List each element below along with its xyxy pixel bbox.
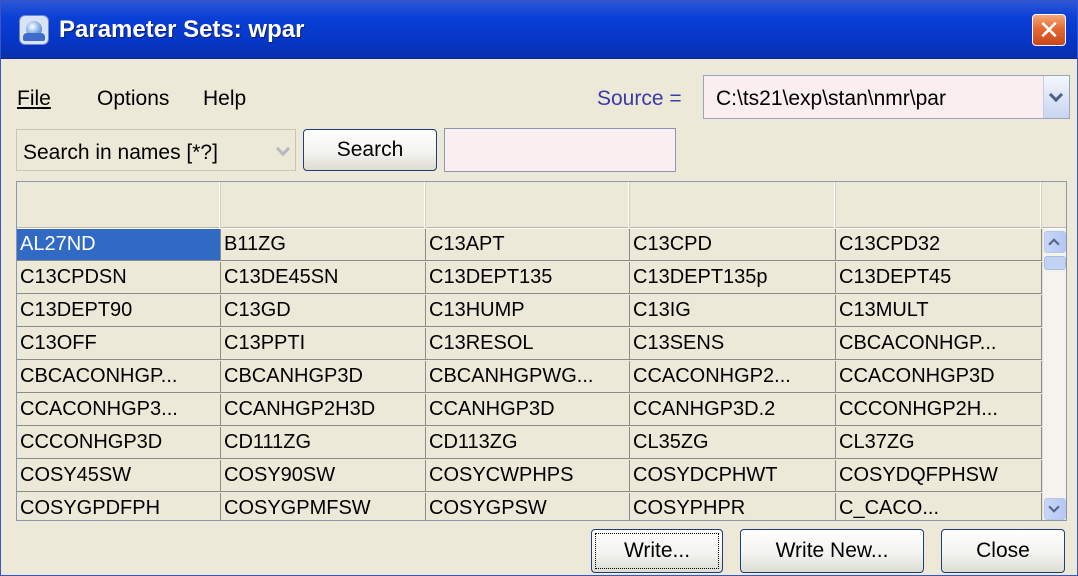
table-cell[interactable]: CCCONHGP3D <box>17 427 221 459</box>
table-cell[interactable]: CCANHGP3D <box>426 394 630 426</box>
column-header[interactable] <box>836 182 1042 228</box>
source-label: Source = <box>597 87 682 110</box>
table-row[interactable]: CCCONHGP3D CD111ZG CD113ZG CL35ZG CL37ZG <box>17 427 1042 459</box>
table-row[interactable]: C13OFF C13PPTI C13RESOL C13SENS CBCACONHGP..… <box>17 328 1042 360</box>
search-mode-value: Search in names [*?] <box>23 141 218 164</box>
scroll-up-icon[interactable] <box>1044 231 1066 253</box>
table-cell[interactable]: CCACONHGP2... <box>630 361 836 393</box>
table-cell[interactable]: CL35ZG <box>630 427 836 459</box>
menu-file[interactable]: File <box>17 87 51 111</box>
table-cell[interactable]: B11ZG <box>221 229 426 261</box>
table-cell[interactable]: C_CACO... <box>836 493 1042 520</box>
column-header[interactable] <box>426 182 630 228</box>
table-cell[interactable]: COSYGPMFSW <box>221 493 426 520</box>
table-cell[interactable]: CD111ZG <box>221 427 426 459</box>
table-cell[interactable]: C13MULT <box>836 295 1042 327</box>
table-cell[interactable]: C13HUMP <box>426 295 630 327</box>
table-cell[interactable]: CCACONHGP3D <box>836 361 1042 393</box>
table-cell[interactable]: COSYDQFPHSW <box>836 460 1042 492</box>
table-cell[interactable]: C13DEPT135 <box>426 262 630 294</box>
parameter-sets-window: Parameter Sets: wpar ✕ File Options Help… <box>0 0 1078 576</box>
table-cell[interactable]: C13DEPT90 <box>17 295 221 327</box>
app-icon <box>19 15 49 45</box>
menu-help[interactable]: Help <box>203 87 246 111</box>
table-cell[interactable]: C13DEPT135p <box>630 262 836 294</box>
table-cell[interactable]: CCANHGP2H3D <box>221 394 426 426</box>
scroll-thumb[interactable] <box>1044 256 1066 270</box>
table-cell[interactable]: COSYDCPHWT <box>630 460 836 492</box>
table-cell[interactable]: C13CPD32 <box>836 229 1042 261</box>
table-cell[interactable]: C13CPDSN <box>17 262 221 294</box>
table-cell[interactable]: CBCACONHGP... <box>836 328 1042 360</box>
table-cell[interactable]: CCCONHGP2H... <box>836 394 1042 426</box>
menu-options[interactable]: Options <box>97 87 169 111</box>
table-header <box>17 182 1066 228</box>
table-row[interactable]: COSYGPDFPH COSYGPMFSW COSYGPSW COSYPHPR C_CA… <box>17 493 1042 520</box>
column-header[interactable] <box>221 182 426 228</box>
table-cell[interactable]: CL37ZG <box>836 427 1042 459</box>
table-cell[interactable]: C13DEPT45 <box>836 262 1042 294</box>
table-cell[interactable]: C13GD <box>221 295 426 327</box>
search-button[interactable]: Search <box>303 129 437 171</box>
table-cell[interactable]: COSYPHPR <box>630 493 836 520</box>
close-button[interactable]: Close <box>941 529 1065 573</box>
source-dropdown[interactable]: C:\ts21\exp\stan\nmr\par <box>703 75 1070 119</box>
table-cell[interactable]: C13SENS <box>630 328 836 360</box>
search-mode-dropdown[interactable]: Search in names [*?] <box>16 129 296 171</box>
table-cell[interactable]: C13IG <box>630 295 836 327</box>
table-cell[interactable]: COSYGPDFPH <box>17 493 221 520</box>
vertical-scrollbar[interactable] <box>1042 229 1066 520</box>
table-cell[interactable]: CBCANHGPWG... <box>426 361 630 393</box>
window-title: Parameter Sets: wpar <box>59 16 305 43</box>
close-window-icon[interactable]: ✕ <box>1032 14 1066 46</box>
search-input[interactable] <box>444 128 676 172</box>
table-row[interactable]: CCACONHGP3... CCANHGP2H3D CCANHGP3D CCANHGP… <box>17 394 1042 426</box>
table-cell[interactable]: C13APT <box>426 229 630 261</box>
column-header[interactable] <box>630 182 836 228</box>
write-button[interactable]: Write... <box>591 529 723 573</box>
title-bar[interactable]: Parameter Sets: wpar ✕ <box>1 1 1077 59</box>
chevron-down-icon[interactable] <box>271 130 295 170</box>
table-cell[interactable]: C13DE45SN <box>221 262 426 294</box>
table-cell[interactable]: C13PPTI <box>221 328 426 360</box>
table-cell[interactable]: AL27ND <box>17 229 221 261</box>
table-row[interactable]: COSY45SW COSY90SW COSYCWPHPS COSYDCPHWT COSY… <box>17 460 1042 492</box>
table-row[interactable]: C13CPDSN C13DE45SN C13DEPT135 C13DEPT135p C1… <box>17 262 1042 294</box>
chevron-down-icon[interactable] <box>1043 76 1069 118</box>
table-cell[interactable]: COSY45SW <box>17 460 221 492</box>
table-cell[interactable]: CCANHGP3D.2 <box>630 394 836 426</box>
table-cell[interactable]: C13OFF <box>17 328 221 360</box>
table-cell[interactable]: COSYCWPHPS <box>426 460 630 492</box>
table-cell[interactable]: COSYGPSW <box>426 493 630 520</box>
table-body: AL27ND B11ZG C13APT C13CPD C13CPD32 C13CPDSN C… <box>17 229 1042 520</box>
scroll-down-icon[interactable] <box>1044 498 1066 520</box>
table-row[interactable]: C13DEPT90 C13GD C13HUMP C13IG C13MULT <box>17 295 1042 327</box>
table-cell[interactable]: COSY90SW <box>221 460 426 492</box>
table-cell[interactable]: CBCANHGP3D <box>221 361 426 393</box>
table-cell[interactable]: CBCACONHGP... <box>17 361 221 393</box>
parameter-set-table: AL27ND B11ZG C13APT C13CPD C13CPD32 C13CPDSN C… <box>16 181 1067 521</box>
column-header[interactable] <box>17 182 221 228</box>
table-row[interactable]: CBCACONHGP... CBCANHGP3D CBCANHGPWG... CCAC… <box>17 361 1042 393</box>
table-row[interactable]: AL27ND B11ZG C13APT C13CPD C13CPD32 <box>17 229 1042 261</box>
write-new-button[interactable]: Write New... <box>740 529 924 573</box>
table-cell[interactable]: C13RESOL <box>426 328 630 360</box>
table-cell[interactable]: CD113ZG <box>426 427 630 459</box>
source-value: C:\ts21\exp\stan\nmr\par <box>716 87 946 110</box>
table-cell[interactable]: C13CPD <box>630 229 836 261</box>
table-cell[interactable]: CCACONHGP3... <box>17 394 221 426</box>
